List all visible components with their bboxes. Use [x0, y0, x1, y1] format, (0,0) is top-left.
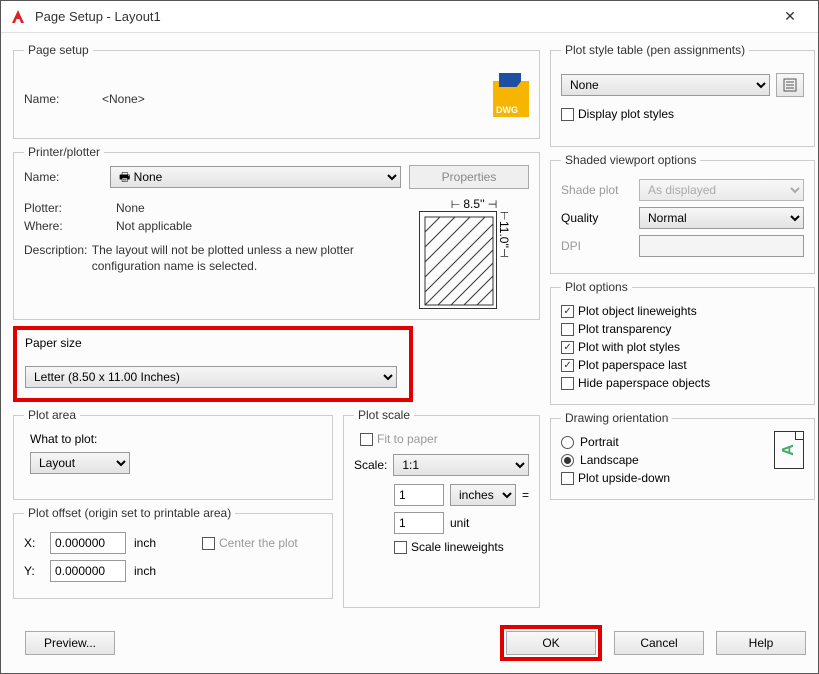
den-unit-label: unit: [450, 516, 469, 530]
cancel-button[interactable]: Cancel: [614, 631, 704, 655]
scale-lw-label: Scale lineweights: [411, 540, 504, 554]
scale-den-input[interactable]: [394, 512, 444, 534]
quality-select[interactable]: Normal: [639, 207, 804, 229]
preview-button[interactable]: Preview...: [25, 631, 115, 655]
plot-options-legend: Plot options: [561, 280, 632, 294]
equals-label: =: [522, 488, 529, 502]
y-unit: inch: [134, 564, 156, 578]
opt-plotstyles-label: Plot with plot styles: [578, 340, 680, 354]
pagename-label: Name:: [24, 92, 102, 106]
shade-plot-select: As displayed: [639, 179, 804, 201]
printer-name-select[interactable]: 🖶 None: [110, 166, 401, 188]
dwg-icon: DWG: [493, 81, 529, 117]
plot-style-group: Plot style table (pen assignments) None …: [550, 43, 815, 147]
printer-group: Printer/plotter Name: 🖶 None Properties …: [13, 145, 540, 320]
opt-lineweights-checkbox[interactable]: ✓: [561, 305, 574, 318]
opt-hide-checkbox[interactable]: [561, 377, 574, 390]
ok-highlight: OK: [500, 625, 602, 661]
landscape-label: Landscape: [580, 453, 639, 467]
upside-down-label: Plot upside-down: [578, 471, 670, 485]
fit-paper-label: Fit to paper: [377, 432, 438, 446]
x-unit: inch: [134, 536, 156, 550]
plotter-value: None: [116, 201, 145, 215]
printer-legend: Printer/plotter: [24, 145, 104, 159]
quality-label: Quality: [561, 211, 639, 225]
plotter-label: Plotter:: [24, 201, 116, 215]
paper-size-legend: Paper size: [25, 336, 401, 350]
paper-preview: ⊢ 8.5'' ⊣ ⊢: [419, 197, 529, 309]
orientation-icon: A: [774, 431, 804, 469]
help-button[interactable]: Help: [716, 631, 806, 655]
dpi-input: [639, 235, 804, 257]
what-to-plot-label: What to plot:: [30, 432, 322, 446]
window-title: Page Setup - Layout1: [35, 9, 770, 24]
paper-size-select[interactable]: Letter (8.50 x 11.00 Inches): [25, 366, 397, 388]
upside-down-checkbox[interactable]: [561, 472, 574, 485]
page-setup-group: Page setup Name: <None> DWG: [13, 43, 540, 139]
y-label: Y:: [24, 564, 42, 578]
center-plot-label: Center the plot: [219, 536, 298, 550]
portrait-radio[interactable]: Portrait: [561, 435, 774, 449]
shade-plot-label: Shade plot: [561, 183, 639, 197]
shaded-legend: Shaded viewport options: [561, 153, 700, 167]
where-value: Not applicable: [116, 219, 192, 233]
what-to-plot-select[interactable]: Layout: [30, 452, 130, 474]
dpi label: DPI: [561, 239, 639, 253]
scale-unit-select[interactable]: inches: [450, 484, 516, 506]
portrait-label: Portrait: [580, 435, 619, 449]
plot-style-legend: Plot style table (pen assignments): [561, 43, 749, 57]
plot-scale-group: Plot scale Fit to paper Scale: 1:1 inche…: [343, 408, 540, 608]
plot-offset-group: Plot offset (origin set to printable are…: [13, 506, 333, 599]
plot-scale-legend: Plot scale: [354, 408, 414, 422]
x-label: X:: [24, 536, 42, 550]
orientation-legend: Drawing orientation: [561, 411, 672, 425]
desc-value: The layout will not be plotted unless a …: [92, 243, 409, 274]
ok-button[interactable]: OK: [506, 631, 596, 655]
x-input[interactable]: [50, 532, 126, 554]
opt-transparency-checkbox[interactable]: [561, 323, 574, 336]
preview-height-label: ⊢ 11.0'' ⊣: [497, 211, 511, 309]
page-setup-legend: Page setup: [24, 43, 93, 57]
plot-area-group: Plot area What to plot: Layout: [13, 408, 333, 500]
paper-size-highlight: Paper size Letter (8.50 x 11.00 Inches): [13, 326, 413, 402]
plot-options-group: Plot options ✓ Plot object lineweights Pl…: [550, 280, 815, 405]
hatch-icon: [420, 212, 498, 310]
display-plot-styles-label: Display plot styles: [578, 107, 674, 121]
scale-label: Scale:: [354, 458, 387, 472]
opt-transparency-label: Plot transparency: [578, 322, 671, 336]
plot-style-select[interactable]: None: [561, 74, 770, 96]
plot-style-edit-button[interactable]: [776, 73, 804, 97]
preview-width-label: ⊢ 8.5'' ⊣: [419, 197, 529, 211]
opt-lineweights-label: Plot object lineweights: [578, 304, 697, 318]
scale-lw-checkbox[interactable]: [394, 541, 407, 554]
titlebar: Page Setup - Layout1 ✕: [1, 1, 818, 33]
plot-offset-legend: Plot offset (origin set to printable are…: [24, 506, 235, 520]
opt-hide-label: Hide paperspace objects: [578, 376, 710, 390]
opt-paperspace-label: Plot paperspace last: [578, 358, 687, 372]
scale-select[interactable]: 1:1: [393, 454, 529, 476]
pagename-value: <None>: [102, 92, 145, 106]
close-icon[interactable]: ✕: [770, 8, 810, 25]
orientation-group: Drawing orientation Portrait Landscape P…: [550, 411, 815, 500]
display-plot-styles-checkbox[interactable]: [561, 108, 574, 121]
properties-button[interactable]: Properties: [409, 165, 529, 189]
printer-name-label: Name:: [24, 170, 102, 184]
center-plot-checkbox: [202, 537, 215, 550]
autocad-logo-icon: [9, 8, 27, 26]
fit-paper-checkbox: [360, 433, 373, 446]
plot-area-legend: Plot area: [24, 408, 80, 422]
desc-label: Description:: [24, 243, 92, 257]
scale-num-input[interactable]: [394, 484, 444, 506]
shaded-viewport-group: Shaded viewport options Shade plotAs dis…: [550, 153, 815, 274]
opt-paperspace-checkbox[interactable]: ✓: [561, 359, 574, 372]
where-label: Where:: [24, 219, 116, 233]
landscape-radio[interactable]: Landscape: [561, 453, 774, 467]
opt-plotstyles-checkbox[interactable]: ✓: [561, 341, 574, 354]
paper-size-group: Paper size Letter (8.50 x 11.00 Inches): [19, 332, 407, 396]
y-input[interactable]: [50, 560, 126, 582]
list-icon: [783, 78, 797, 92]
page-setup-dialog: Page Setup - Layout1 ✕ Page setup Name: …: [0, 0, 819, 674]
